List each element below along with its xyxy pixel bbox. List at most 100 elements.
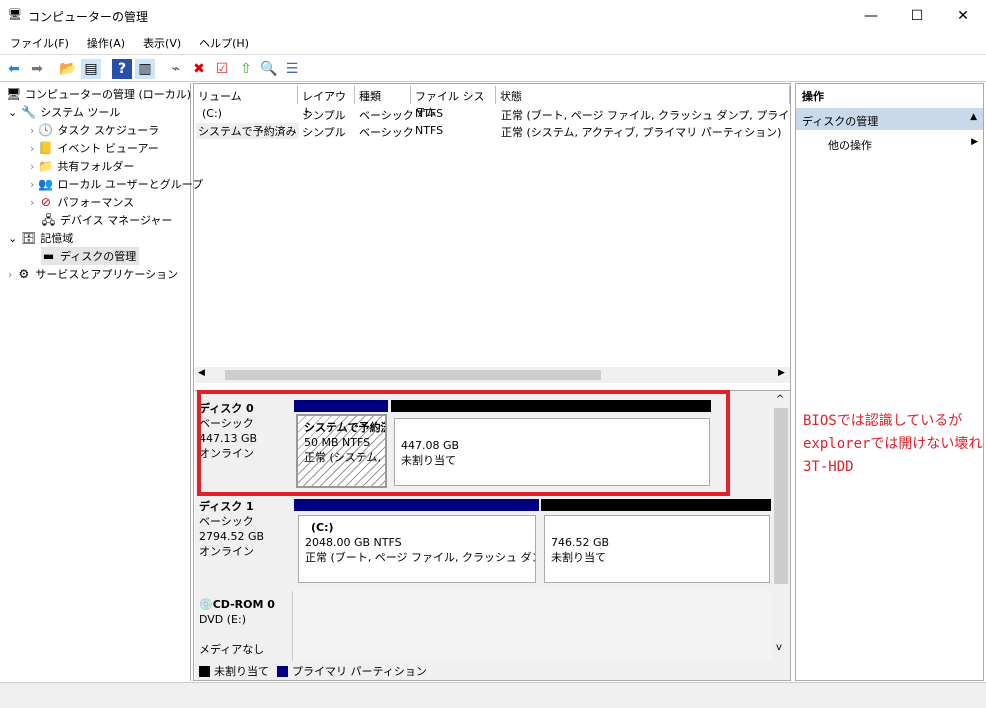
- services-icon: ⚙: [18, 266, 30, 281]
- tree-label: 記憶域: [40, 232, 74, 245]
- disk-type: DVD (E:): [199, 613, 247, 626]
- delete-icon[interactable]: ✖: [189, 59, 209, 79]
- tree-label: イベント ビューアー: [57, 142, 159, 155]
- cell-type: ベーシック: [359, 109, 414, 122]
- storage-icon: 🗄: [21, 230, 37, 245]
- tree-label: タスク スケジューラ: [57, 124, 160, 137]
- tree-local-users[interactable]: › 👥 ローカル ユーザーとグループ: [30, 175, 203, 193]
- tree-disk-management[interactable]: ▬ ディスクの管理: [41, 247, 140, 265]
- tree-performance[interactable]: › ⊘ パフォーマンス: [30, 193, 134, 211]
- disk-name: ディスク 1: [199, 500, 254, 513]
- cdrom-empty-area: [292, 591, 772, 661]
- chevron-down-icon[interactable]: ⌄: [8, 106, 17, 119]
- connect-drive-icon[interactable]: ⌁: [166, 59, 186, 79]
- tree-label: デバイス マネージャー: [60, 214, 173, 227]
- actions-section-disk-management[interactable]: ディスクの管理 ▲: [796, 108, 983, 130]
- chevron-right-icon: ▶: [971, 137, 978, 147]
- disk-status: オンライン: [199, 545, 254, 558]
- chevron-right-icon[interactable]: ›: [30, 142, 34, 155]
- tree-task-scheduler[interactable]: › 🕓 タスク スケジューラ: [30, 121, 159, 139]
- tree-label: サービスとアプリケーション: [35, 268, 179, 281]
- computer-icon: 🖥: [6, 86, 22, 101]
- actions-header: 操作: [802, 90, 824, 103]
- tree-label: パフォーマンス: [57, 196, 135, 209]
- tree-label: システム ツール: [40, 106, 121, 119]
- help-icon[interactable]: ?: [112, 59, 132, 79]
- primary-partition-bar: [294, 499, 539, 511]
- partition-c[interactable]: (C:) 2048.00 GB NTFS 正常 (ブート, ページ ファイル, クラ…: [298, 515, 536, 583]
- annotation-text: BIOSでは認識しているがexplorerでは開けない壊れ3T-HDD: [803, 413, 983, 475]
- tree-label: ローカル ユーザーとグループ: [57, 178, 204, 191]
- column-header-filesystem[interactable]: ファイル システム: [411, 86, 496, 119]
- clock-icon: 🕓: [38, 122, 54, 137]
- tree-system-tools[interactable]: ⌄ 🔧 システム ツール: [8, 103, 120, 121]
- navigation-tree: 🖥 コンピューターの管理 (ローカル) ⌄ 🔧 システム ツール › 🕓 タスク スケジュ…: [0, 83, 203, 681]
- maximize-button[interactable]: ☐: [894, 0, 940, 32]
- partition-state: 正常 (ブート, ページ ファイル, クラッシュ ダンプ, プラ: [305, 551, 535, 564]
- window-title: コンピューターの管理: [28, 10, 149, 24]
- tree-label: コンピューターの管理 (ローカル): [25, 88, 192, 101]
- close-button[interactable]: ✕: [940, 0, 986, 32]
- disk-management-pane: リューム レイアウト 種類 ファイル システム 状態 (C:) シンプル ベーシ…: [193, 83, 791, 681]
- cell-volume: システムで予約済み: [196, 123, 299, 139]
- tree-root[interactable]: 🖥 コンピューターの管理 (ローカル): [6, 85, 191, 103]
- other-actions-item[interactable]: 他の操作 ▶: [828, 137, 978, 153]
- actions-pane: 操作 ディスクの管理 ▲ 他の操作 ▶: [795, 83, 984, 681]
- scrollbar-thumb[interactable]: [225, 370, 601, 380]
- menu-file[interactable]: ファイル(F): [0, 32, 77, 51]
- column-header-layout[interactable]: レイアウト: [298, 86, 355, 119]
- shared-folder-icon: 📁: [38, 158, 54, 173]
- tree-device-manager[interactable]: 🖧 デバイス マネージャー: [41, 211, 173, 229]
- unallocated-bar: [541, 499, 771, 511]
- tree-event-viewer[interactable]: › 📒 イベント ビューアー: [30, 139, 159, 157]
- chevron-right-icon[interactable]: ›: [30, 178, 34, 191]
- unallocated-swatch: [199, 665, 210, 677]
- chevron-right-icon[interactable]: ›: [30, 160, 34, 173]
- event-log-icon: 📒: [38, 140, 54, 155]
- chevron-right-icon[interactable]: ›: [8, 268, 12, 281]
- menu-action[interactable]: 操作(A): [77, 32, 133, 51]
- chevron-right-icon[interactable]: ›: [30, 124, 34, 137]
- column-header-volume[interactable]: リューム: [194, 86, 298, 104]
- show-hide-action-pane-icon[interactable]: ▥: [135, 59, 155, 79]
- toolbar: ⬅ ➡ 📂 ▤ ? ▥ ⌁ ✖ ☑ ⇧ 🔍 ☰: [0, 54, 986, 82]
- scroll-down-icon[interactable]: v: [776, 642, 782, 653]
- collapse-icon[interactable]: ▲: [970, 112, 977, 122]
- menu-view[interactable]: 表示(V): [133, 32, 189, 51]
- disk-name: CD-ROM 0: [212, 598, 275, 611]
- forward-icon[interactable]: ➡: [27, 59, 47, 79]
- computer-management-icon: 🖥: [8, 8, 22, 21]
- cell-filesystem: NTFS: [415, 107, 444, 120]
- column-header-status[interactable]: 状態: [496, 86, 790, 104]
- scrollbar-thumb[interactable]: [774, 408, 788, 584]
- up-folder-icon[interactable]: 📂: [58, 59, 78, 79]
- tree-shared-folders[interactable]: › 📁 共有フォルダー: [30, 157, 134, 175]
- horizontal-scrollbar[interactable]: ◀ ▶: [195, 367, 790, 383]
- tree-storage[interactable]: ⌄ 🗄 記憶域: [8, 229, 73, 247]
- tree-services[interactable]: › ⚙ サービスとアプリケーション: [8, 265, 178, 283]
- chevron-down-icon[interactable]: ⌄: [8, 232, 17, 245]
- chevron-right-icon[interactable]: ›: [30, 196, 34, 209]
- cell-layout: シンプル: [302, 126, 346, 139]
- column-header-type[interactable]: 種類: [355, 86, 411, 104]
- tree-label: ディスクの管理: [60, 250, 137, 263]
- cell-volume: (C:): [202, 107, 222, 120]
- scroll-up-icon[interactable]: ^: [776, 394, 784, 405]
- cell-filesystem: NTFS: [415, 124, 444, 137]
- partition-title: (C:): [311, 521, 334, 534]
- scroll-left-icon[interactable]: ◀: [198, 368, 205, 378]
- partition-unallocated[interactable]: 746.52 GB 未割り当て: [544, 515, 770, 583]
- vertical-scrollbar[interactable]: ^ v: [773, 394, 789, 656]
- scroll-right-icon[interactable]: ▶: [778, 368, 785, 378]
- search-folder-icon[interactable]: 🔍: [259, 59, 279, 79]
- section-label: ディスクの管理: [802, 115, 879, 128]
- disk-type: ベーシック: [199, 515, 254, 528]
- show-hide-tree-icon[interactable]: ▤: [81, 59, 101, 79]
- menu-help[interactable]: ヘルプ(H): [189, 32, 257, 51]
- back-icon[interactable]: ⬅: [4, 59, 24, 79]
- properties-check-icon[interactable]: ☑: [212, 59, 232, 79]
- checklist-icon[interactable]: ☰: [282, 59, 302, 79]
- cell-type: ベーシック: [359, 126, 414, 139]
- folder-up-icon[interactable]: ⇧: [236, 59, 256, 79]
- minimize-button[interactable]: —: [848, 0, 894, 32]
